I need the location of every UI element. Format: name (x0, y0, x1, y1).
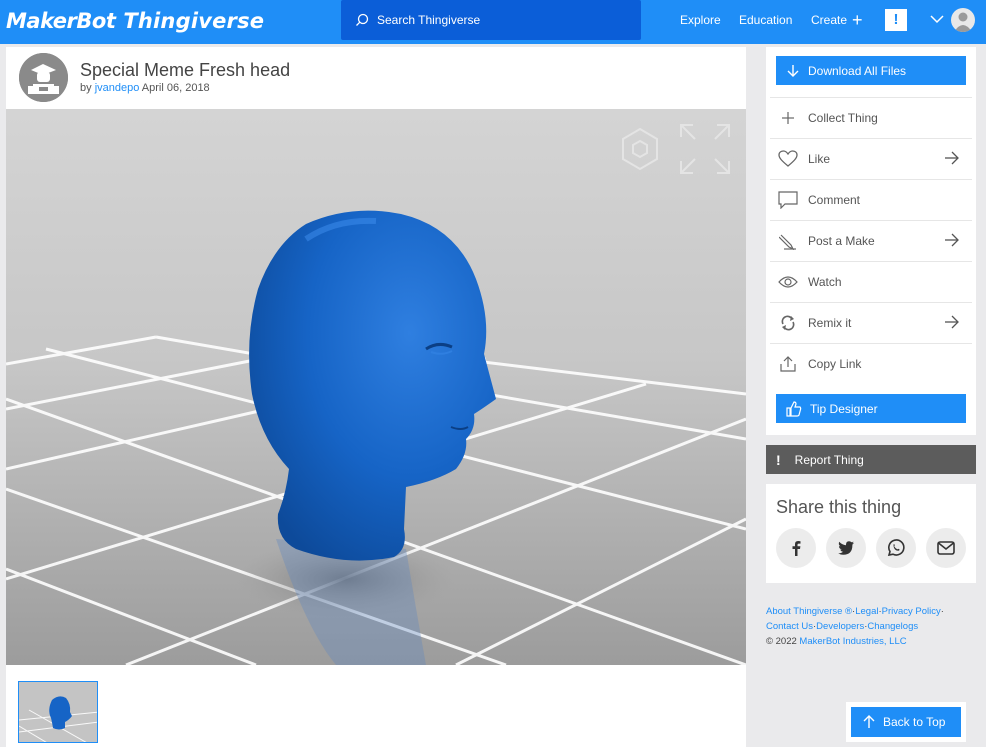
exclamation-icon: ! (776, 451, 781, 468)
footer-links: About Thingiverse ®·Legal·Privacy Policy… (766, 606, 944, 647)
like-button[interactable]: Like (770, 138, 972, 179)
remix-label: Remix it (808, 316, 852, 330)
watch-label: Watch (808, 275, 842, 289)
back-to-top-button[interactable]: Back to Top (851, 707, 961, 737)
tip-designer-button[interactable]: Tip Designer (776, 394, 966, 423)
whatsapp-icon (887, 539, 905, 557)
nav-explore[interactable]: Explore (680, 13, 721, 27)
top-navbar: MakerBot Thingiverse Search Thingiverse … (0, 0, 986, 44)
share-email-button[interactable] (926, 528, 966, 568)
copy-link-button[interactable]: Copy Link (770, 343, 972, 384)
model-render (6, 109, 746, 665)
nav-create[interactable]: Create + (811, 10, 863, 30)
pencil-icon (778, 231, 798, 251)
download-label: Download All Files (808, 63, 907, 78)
thing-header: Special Meme Fresh head by jvandepo Apri… (6, 47, 746, 109)
share-upload-icon (778, 354, 798, 374)
heart-icon (778, 149, 798, 169)
email-icon (937, 541, 955, 555)
share-panel: Share this thing (766, 484, 976, 583)
footer-developers[interactable]: Developers (816, 621, 864, 632)
publish-date: April 06, 2018 (141, 82, 210, 94)
share-whatsapp-button[interactable] (876, 528, 916, 568)
download-all-files-button[interactable]: Download All Files (776, 56, 966, 85)
eye-icon (778, 272, 798, 292)
arrow-right-icon (945, 233, 959, 247)
like-label: Like (808, 152, 831, 166)
share-facebook-button[interactable] (776, 528, 816, 568)
post-a-make-button[interactable]: Post a Make (770, 220, 972, 261)
logo-brand: MakerBot (6, 9, 116, 33)
collect-thing-button[interactable]: Collect Thing (770, 97, 972, 138)
by-label: by (80, 82, 92, 94)
author-link[interactable]: jvandepo (95, 82, 140, 94)
site-logo[interactable]: MakerBot Thingiverse (6, 6, 264, 36)
footer-company[interactable]: MakerBot Industries, LLC (799, 636, 906, 647)
tip-label: Tip Designer (810, 401, 878, 416)
notification-button[interactable]: ! (885, 9, 907, 31)
arrow-up-icon (863, 715, 875, 728)
footer-copyright: © 2022 (766, 636, 800, 647)
nav-create-label: Create (811, 13, 848, 27)
arrow-right-icon (945, 315, 959, 329)
footer-legal[interactable]: Legal (855, 606, 878, 617)
thumbnail-strip (6, 665, 746, 747)
comment-icon (778, 190, 798, 210)
thing-title: Special Meme Fresh head (80, 60, 291, 80)
chevron-down-icon[interactable] (930, 14, 944, 24)
thing-byline: by jvandepo April 06, 2018 (80, 82, 210, 94)
share-title: Share this thing (776, 497, 902, 517)
report-thing-button[interactable]: ! Report Thing (766, 445, 976, 474)
twitter-icon (838, 541, 854, 555)
footer-privacy[interactable]: Privacy Policy (882, 606, 941, 617)
download-arrow-icon (787, 64, 799, 77)
logo-product: Thingiverse (123, 9, 265, 33)
search-bar[interactable]: Search Thingiverse (341, 0, 641, 40)
copy-link-label: Copy Link (808, 357, 862, 371)
comment-button[interactable]: Comment (770, 179, 972, 220)
fullscreen-icon[interactable] (679, 123, 731, 175)
report-label: Report Thing (794, 452, 864, 467)
facebook-icon (792, 541, 801, 556)
share-twitter-button[interactable] (826, 528, 866, 568)
thumbnail-image[interactable] (18, 681, 98, 743)
plus-icon: + (852, 10, 863, 30)
model-viewer[interactable] (6, 109, 746, 665)
creator-avatar-icon (19, 53, 68, 102)
thumbnail-render (19, 682, 97, 742)
comment-label: Comment (808, 193, 861, 207)
3d-view-icon[interactable] (620, 127, 660, 171)
back-to-top-container: Back to Top (846, 702, 966, 742)
search-icon (356, 13, 369, 26)
footer-contact[interactable]: Contact Us (766, 621, 813, 632)
post-make-label: Post a Make (808, 234, 875, 248)
footer-changelogs[interactable]: Changelogs (867, 621, 918, 632)
actions-panel: Download All Files Collect Thing Like Co… (766, 47, 976, 435)
user-avatar[interactable] (951, 8, 975, 32)
watch-button[interactable]: Watch (770, 261, 972, 302)
arrow-right-icon (945, 151, 959, 165)
user-icon (954, 12, 972, 32)
nav-education[interactable]: Education (739, 13, 792, 27)
footer-about[interactable]: About Thingiverse ® (766, 606, 852, 617)
plus-icon (778, 108, 798, 128)
thumbs-up-icon (786, 400, 802, 417)
back-to-top-label: Back to Top (883, 715, 946, 729)
collect-label: Collect Thing (808, 111, 878, 125)
search-placeholder: Search Thingiverse (377, 13, 481, 27)
creator-avatar[interactable] (19, 53, 68, 102)
remix-button[interactable]: Remix it (770, 302, 972, 343)
remix-icon (778, 313, 798, 333)
